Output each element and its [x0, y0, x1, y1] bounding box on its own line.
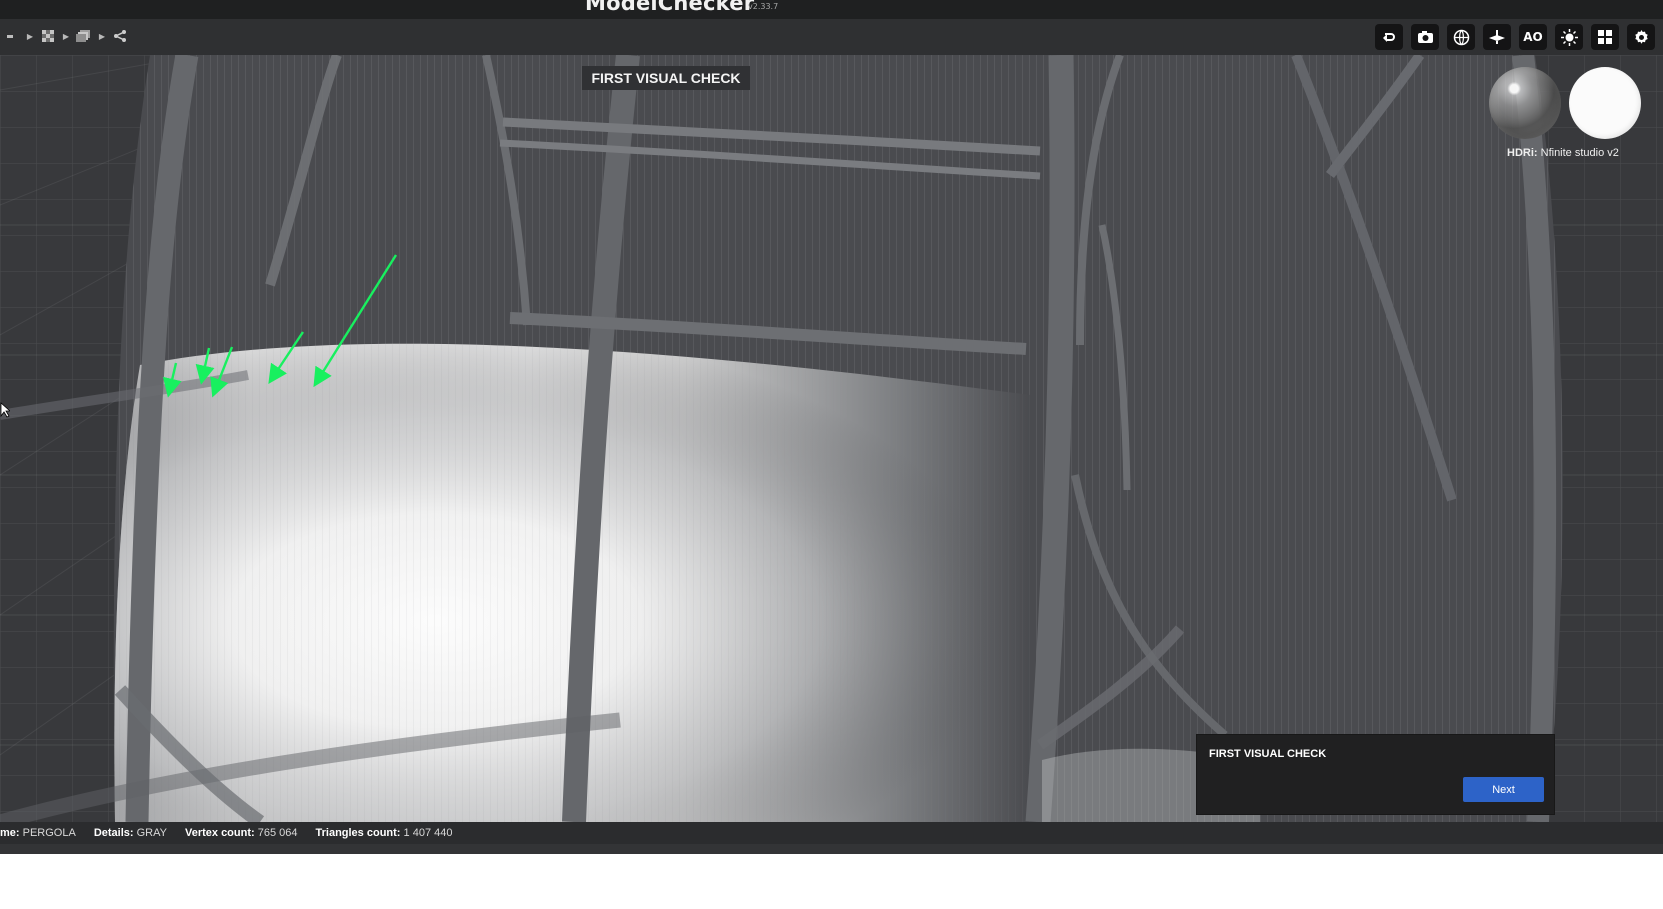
white-sphere-preview[interactable] — [1569, 67, 1641, 139]
app-brand: ModelChecker — [585, 0, 755, 15]
vertex-count-label: Vertex count: — [184, 827, 255, 839]
toolbar-breadcrumbs: ▶ ▶ ▶ — [0, 27, 132, 45]
model-name-value: PERGOLA — [22, 827, 76, 839]
grid-icon[interactable] — [0, 27, 24, 45]
undo-view-icon[interactable] — [1375, 24, 1403, 50]
next-button[interactable]: Next — [1463, 777, 1544, 802]
3d-viewport[interactable] — [0, 55, 1663, 822]
checker-icon[interactable] — [36, 27, 60, 45]
viewer-actions: AO — [1375, 24, 1655, 50]
settings-icon[interactable] — [1627, 24, 1655, 50]
details-label: Details: — [93, 827, 134, 839]
mouse-cursor-icon — [0, 402, 10, 418]
visual-check-dialog: FIRST VISUAL CHECK Next — [1196, 734, 1555, 815]
modelchecker-app: ModelChecker v2.33.7 ▶ ▶ ▶ AO FIRST VISU… — [0, 0, 1663, 909]
camera-icon[interactable] — [1411, 24, 1439, 50]
hdri-sphere-preview[interactable] — [1489, 67, 1561, 139]
details-status: Details: GRAY — [94, 827, 167, 839]
grid-view-icon[interactable] — [1591, 24, 1619, 50]
vertex-count-value: 765 064 — [257, 827, 298, 839]
model-name-label: me: — [0, 827, 20, 839]
lower-white-strip — [0, 854, 1663, 909]
ground-plane-icon[interactable] — [1483, 24, 1511, 50]
triangles-count-value: 1 407 440 — [403, 827, 453, 839]
ao-icon[interactable]: AO — [1519, 24, 1547, 50]
layers-icon[interactable] — [72, 27, 96, 45]
hdri-label-value: Nfinite studio v2 — [1540, 147, 1619, 159]
share-icon[interactable] — [108, 27, 132, 45]
bottom-scrollbar-track[interactable] — [0, 844, 1663, 854]
triangles-count-status: Triangles count: 1 407 440 — [316, 827, 453, 839]
hdri-label: HDRi: Nfinite studio v2 — [1507, 147, 1619, 159]
light-icon[interactable] — [1555, 24, 1583, 50]
model-statusbar: me: PERGOLA Details: GRAY Vertex count: … — [0, 822, 1663, 844]
app-titlebar: ModelChecker v2.33.7 — [0, 0, 1663, 19]
chevron-right-icon: ▶ — [98, 31, 106, 41]
globe-icon[interactable] — [1447, 24, 1475, 50]
dialog-title: FIRST VISUAL CHECK — [1209, 748, 1327, 760]
chevron-right-icon: ▶ — [62, 31, 70, 41]
hdri-label-prefix: HDRi: — [1507, 147, 1538, 159]
chevron-right-icon: ▶ — [26, 31, 34, 41]
model-name-status: me: PERGOLA — [0, 827, 76, 839]
vertex-count-status: Vertex count: 765 064 — [185, 827, 298, 839]
app-version: v2.33.7 — [748, 2, 779, 11]
visual-check-overlay-title: FIRST VISUAL CHECK — [582, 66, 750, 90]
triangles-count-label: Triangles count: — [315, 827, 401, 839]
details-value: GRAY — [136, 827, 167, 839]
hdri-selector: HDRi: Nfinite studio v2 — [1489, 67, 1641, 165]
